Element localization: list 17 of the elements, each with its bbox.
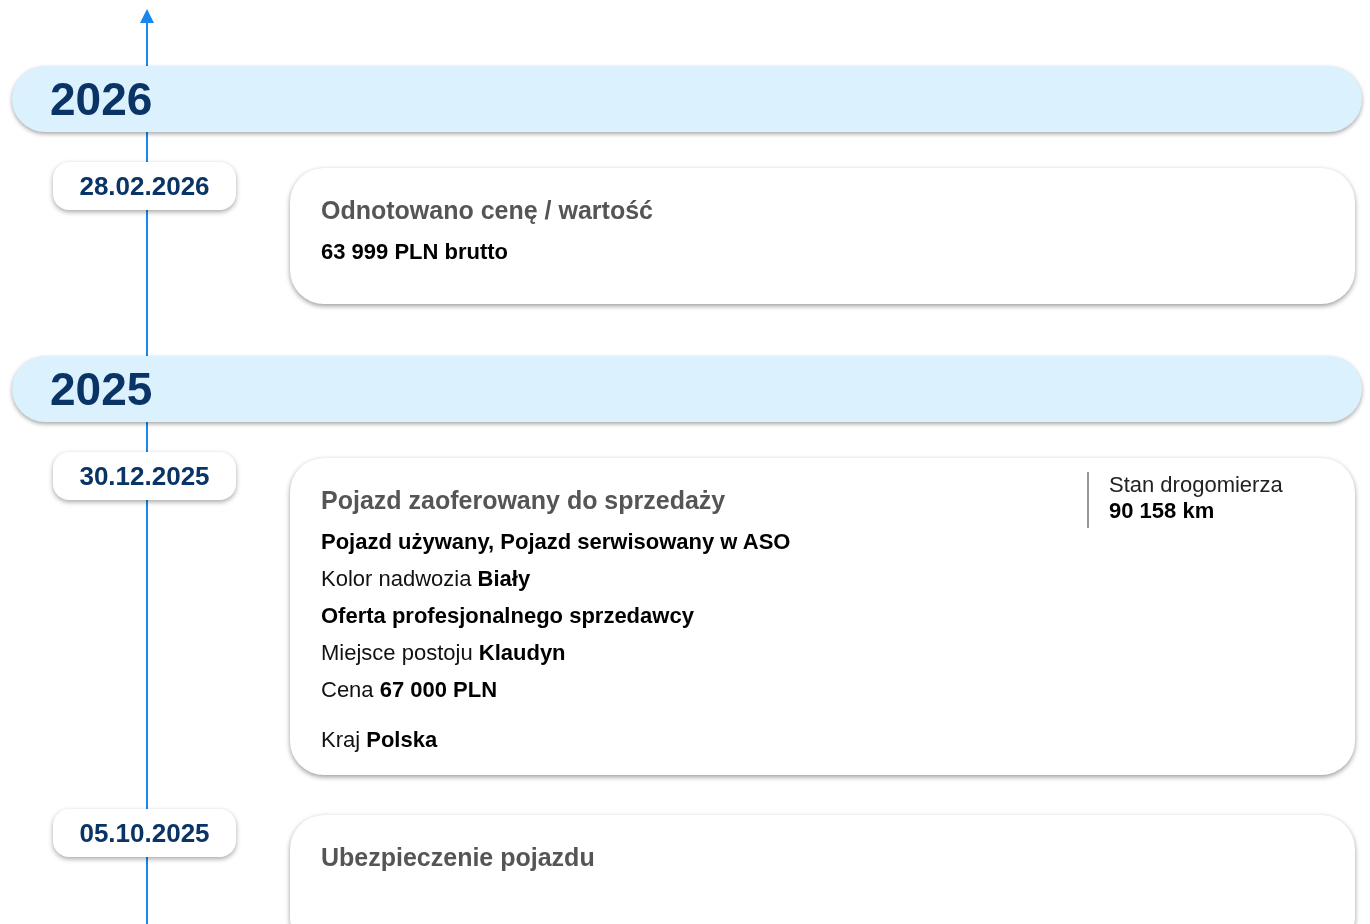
- odometer-label: Stan drogomierza: [1109, 472, 1284, 498]
- event-detail: Pojazd używany, Pojazd serwisowany w ASO: [321, 529, 792, 555]
- event-detail: Kraj Polska: [321, 727, 439, 753]
- year-label: 2026: [50, 72, 153, 126]
- date-badge: 28.02.2026: [53, 162, 236, 210]
- event-title: Ubezpieczenie pojazdu: [321, 843, 595, 872]
- event-detail: Cena 67 000 PLN: [321, 677, 499, 703]
- event-detail: Oferta profesjonalnego sprzedawcy: [321, 603, 695, 629]
- event-detail: Kolor nadwozia Biały: [321, 566, 532, 592]
- event-detail: Miejsce postoju Klaudyn: [321, 640, 567, 666]
- year-label: 2025: [50, 362, 153, 416]
- odometer-value: 90 158 km: [1109, 498, 1216, 524]
- event-title: Odnotowano cenę / wartość: [321, 196, 653, 225]
- date-badge: 05.10.2025: [53, 809, 236, 857]
- date-badge: 30.12.2025: [53, 452, 236, 500]
- event-title: Pojazd zaoferowany do sprzedaży: [321, 486, 726, 515]
- event-detail: 63 999 PLN brutto: [321, 239, 510, 265]
